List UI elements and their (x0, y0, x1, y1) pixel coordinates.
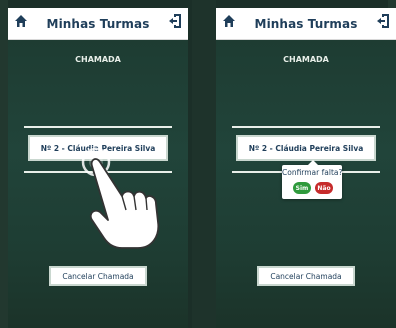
background-divider (192, 0, 216, 328)
phone-screen-confirm: Minhas Turmas CHAMADA Nº 2 - Cláudia Per… (216, 8, 396, 328)
section-title: CHAMADA (75, 55, 121, 64)
cancel-call-button[interactable]: Cancelar Chamada (49, 266, 147, 286)
divider-top (232, 126, 380, 128)
hand-pointer-icon (81, 147, 160, 249)
phone-screen-tap: Minhas Turmas CHAMADA Nº 2 - Cláudia Per… (8, 8, 188, 328)
top-bar: Minhas Turmas (8, 8, 188, 40)
confirm-popover: Confirmar falta? Sim Não (282, 160, 343, 199)
student-button[interactable]: Nº 2 - Cláudia Pereira Silva (236, 135, 376, 161)
section-title: CHAMADA (283, 55, 329, 64)
background-panel-left (0, 0, 8, 328)
exit-icon[interactable] (376, 13, 390, 29)
exit-icon[interactable] (168, 13, 182, 29)
page-title: Minhas Turmas (254, 17, 358, 31)
top-bar: Minhas Turmas (216, 8, 396, 40)
confirm-question: Confirmar falta? (282, 168, 343, 177)
cancel-call-button[interactable]: Cancelar Chamada (257, 266, 355, 286)
divider-top (24, 126, 172, 128)
confirm-yes-button[interactable]: Sim (293, 182, 311, 194)
page-title: Minhas Turmas (46, 17, 150, 31)
confirm-no-button[interactable]: Não (315, 182, 333, 194)
